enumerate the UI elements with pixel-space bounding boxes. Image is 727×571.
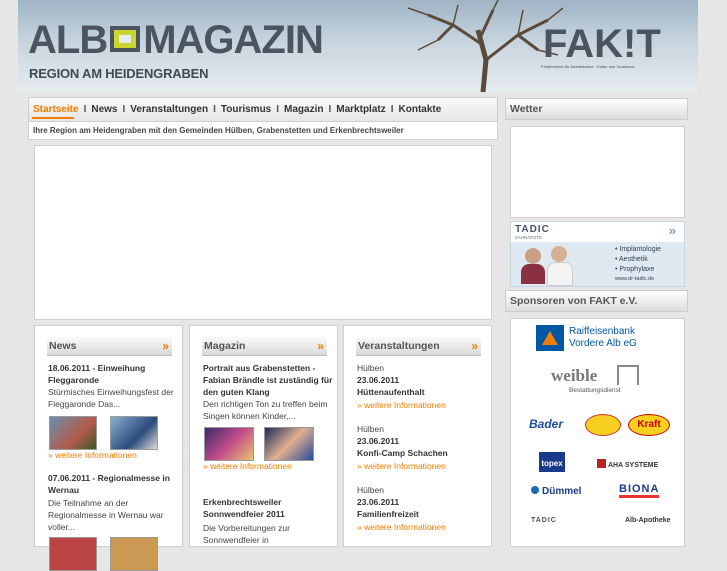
news-column: News» 18.06.2011 - Einweihung Fleggarond…	[34, 325, 183, 571]
veranstaltungen-header[interactable]: Veranstaltungen»	[356, 337, 481, 356]
magazin-item-2-title[interactable]: Erkenbrechtsweiler Sonnwendfeier 2011	[203, 496, 333, 520]
news-header[interactable]: News»	[47, 337, 172, 356]
raiffeisen-name-1[interactable]: Raiffeisenbank	[569, 326, 637, 338]
aha-logo: AHA SYSTEME	[608, 462, 659, 469]
news-image-1[interactable]	[49, 416, 97, 450]
nav-active-underline	[32, 117, 74, 119]
tagline-bar: Ihre Region am Heidengraben mit den Geme…	[28, 121, 498, 140]
veranstaltungen-column: Veranstaltungen» Hülben 23.06.2011 Hütte…	[343, 325, 492, 547]
chevron-right-icon: »	[668, 223, 676, 238]
wetter-box	[510, 126, 685, 218]
magazin-more-link[interactable]: » weitere Informationen	[203, 460, 333, 472]
sponsors-box: Raiffeisenbank Vordere Alb eG weible Bes…	[510, 318, 685, 547]
tadic-line-3: • Prophylaxe	[615, 266, 655, 273]
person-photo-2	[551, 246, 567, 262]
main-content-area	[34, 145, 492, 320]
raiffeisen-logo-icon[interactable]	[536, 325, 564, 351]
chevron-right-icon[interactable]: »	[471, 337, 478, 356]
weible-sub: Bestattungsdienst	[569, 387, 621, 394]
event-1-name[interactable]: Hüttenaufenthalt	[357, 386, 487, 398]
logo-alb-magazin[interactable]: ALB MAGAZIN	[28, 18, 324, 62]
magazin-column: Magazin» Portrait aus Grabenstetten - Fa…	[189, 325, 338, 547]
sponsors-header: Sponsoren von FAKT e.V.	[505, 290, 688, 312]
columns-icon	[617, 365, 639, 385]
chevron-right-icon[interactable]: »	[317, 337, 324, 356]
event-3-more-link[interactable]: » weitere Informationen	[357, 521, 487, 533]
logo-subtitle: REGION AM HEIDENGRABEN	[29, 66, 209, 81]
tadic-url: www.dr-tadic.de	[615, 276, 655, 282]
event-2-more-link[interactable]: » weitere Informationen	[357, 460, 487, 472]
nav-veranstaltungen[interactable]: Veranstaltungen	[130, 104, 208, 115]
nav-kontakte[interactable]: Kontakte	[399, 104, 442, 115]
nav-marktplatz[interactable]: Marktplatz	[336, 104, 385, 115]
event-3-place: Hülben	[357, 485, 384, 495]
event-1-date: 23.06.2011	[357, 375, 400, 385]
nav-startseite[interactable]: Startseite	[33, 104, 79, 115]
biona-logo[interactable]: BIONA	[619, 483, 660, 498]
magazin-item-1-text: Den richtigen Ton zu treffen beim Singen…	[203, 399, 328, 421]
event-2-name[interactable]: Konfi-Camp Schachen	[357, 447, 487, 459]
event-1-place: Hülben	[357, 363, 384, 373]
magazin-image-2[interactable]	[264, 427, 314, 461]
main-nav: Startseite I News I Veranstaltungen I Tourismu…	[28, 97, 498, 123]
site-header: ALB MAGAZIN REGION AM HEIDENGRABEN FAK!T …	[18, 0, 698, 92]
alb-apotheke-logo[interactable]: Alb-Apotheke	[625, 517, 671, 524]
magazin-item-2-text: Die Vorbereitungen zur Sonnwendfeier in	[203, 523, 290, 545]
event-2-place: Hülben	[357, 424, 384, 434]
chevron-right-icon[interactable]: »	[162, 337, 169, 356]
news-item-2-text: Die Teilnahme an der Regionalmesse in We…	[48, 498, 164, 532]
tadic-line-1: • Implantologie	[615, 246, 662, 253]
magazin-header[interactable]: Magazin»	[202, 337, 327, 356]
magazin-image-1[interactable]	[204, 427, 254, 461]
wetter-header: Wetter	[505, 98, 688, 120]
bader-logo[interactable]: Bader	[529, 417, 563, 431]
aha-icon	[597, 459, 606, 468]
news-item-2-title[interactable]: 07.06.2011 - Regionalmesse in Wernau	[48, 472, 178, 496]
news-image-4[interactable]	[110, 537, 158, 571]
news-more-link[interactable]: » weitere Informationen	[48, 449, 178, 461]
tadic-sub: ZAHNÄRZTE	[515, 235, 542, 240]
event-3-date: 23.06.2011	[357, 497, 400, 507]
tadic-line-2: • Aesthetik	[615, 256, 648, 263]
fakt-subtitle: Förderverein für Arbeitskreise · Kultur …	[541, 64, 635, 69]
news-item-1-text: Stürmisches Einweihungsfest der Fleggaro…	[48, 387, 174, 409]
news-item-1-title[interactable]: 18.06.2011 - Einweihung Fleggaronde	[48, 362, 178, 386]
kraft-logo[interactable]: Kraft	[628, 414, 670, 436]
nav-magazin[interactable]: Magazin	[284, 104, 323, 115]
news-image-2[interactable]	[110, 416, 158, 450]
news-image-3[interactable]	[49, 537, 97, 571]
nav-tourismus[interactable]: Tourismus	[221, 104, 271, 115]
fakt-logo[interactable]: FAK!T	[543, 22, 661, 66]
tadic-ad-banner[interactable]: TADIC ZAHNÄRZTE » • Implantologie • Aest…	[510, 221, 685, 287]
tadic-name: TADIC	[515, 224, 550, 235]
sonnenbeck-logo-icon[interactable]	[585, 414, 621, 436]
duemmel-icon	[531, 486, 539, 494]
duemmel-logo: Dümmel	[542, 486, 582, 497]
magazin-item-1-title[interactable]: Portrait aus Grabenstetten - Fabian Brän…	[203, 362, 333, 398]
event-3-name[interactable]: Familienfreizeit	[357, 508, 487, 520]
raiffeisen-name-2[interactable]: Vordere Alb eG	[569, 338, 637, 350]
nav-news[interactable]: News	[91, 104, 117, 115]
tadic-sponsor-logo[interactable]: TADIC	[531, 517, 557, 524]
person-photo-1	[525, 248, 541, 264]
weible-logo[interactable]: weible	[551, 366, 597, 386]
event-2-date: 23.06.2011	[357, 436, 400, 446]
topex-logo[interactable]: topex	[539, 452, 565, 472]
tagline-text: Ihre Region am Heidengraben mit den Geme…	[33, 126, 404, 135]
event-1-more-link[interactable]: » weitere Informationen	[357, 399, 487, 411]
